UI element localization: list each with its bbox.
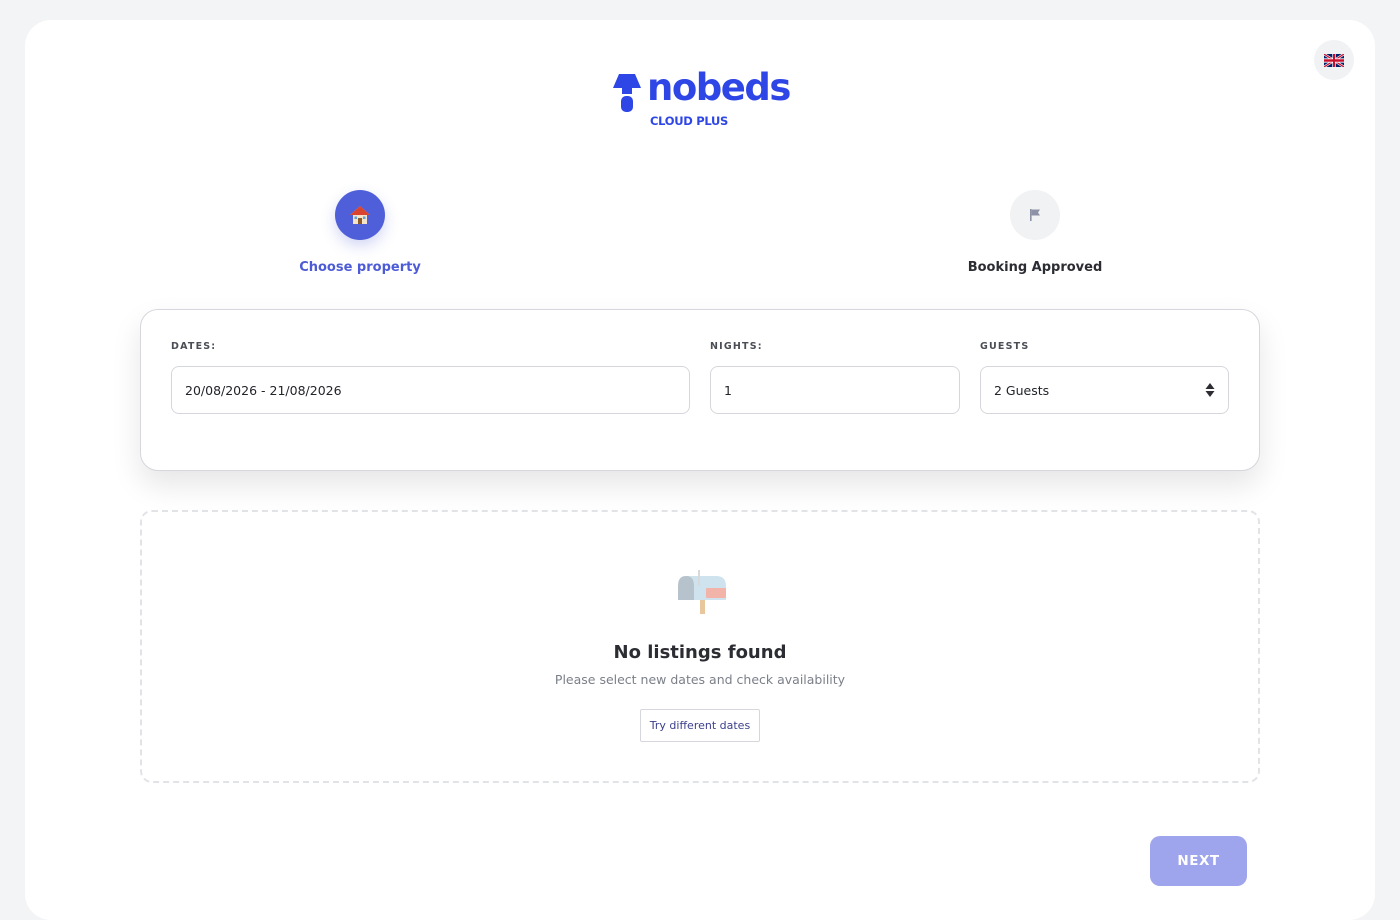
guests-value: 2 Guests: [994, 382, 1050, 398]
brand-logo: nobeds CLOUD PLUS: [613, 66, 791, 132]
step-2-circle: [1010, 190, 1060, 240]
dates-label: DATES:: [171, 341, 217, 352]
step-2-label: Booking Approved: [967, 260, 1103, 275]
empty-state: No listings found Please select new date…: [140, 510, 1260, 783]
lamp-logo-icon: [613, 74, 641, 112]
booking-card: nobeds CLOUD PLUS Choose property Bookin…: [25, 20, 1375, 920]
empty-title: No listings found: [613, 642, 787, 663]
nights-input[interactable]: 1: [710, 366, 960, 414]
guests-label: GUESTS: [980, 341, 1030, 352]
guests-field: GUESTS 2 Guests: [980, 341, 1229, 414]
step-choose-property[interactable]: Choose property: [260, 190, 460, 275]
brand-tagline: CLOUD PLUS: [650, 114, 728, 128]
try-different-dates-button[interactable]: Try different dates: [640, 709, 760, 742]
step-1-circle: [335, 190, 385, 240]
next-button[interactable]: NEXT: [1150, 836, 1247, 886]
mailbox-icon: [678, 570, 726, 614]
nights-field: NIGHTS: 1: [710, 341, 960, 414]
house-icon: [350, 206, 370, 224]
uk-flag-icon: [1324, 53, 1344, 67]
dates-input[interactable]: 20/08/2026 - 21/08/2026: [171, 366, 690, 414]
sort-arrows-icon: [1205, 383, 1215, 397]
nights-label: NIGHTS:: [710, 341, 763, 352]
dates-field: DATES: 20/08/2026 - 21/08/2026: [171, 341, 690, 414]
empty-subtitle: Please select new dates and check availa…: [554, 672, 846, 687]
guests-select[interactable]: 2 Guests: [980, 366, 1229, 414]
flag-icon: [1030, 209, 1040, 221]
step-booking-approved[interactable]: Booking Approved: [935, 190, 1135, 275]
language-button[interactable]: [1314, 40, 1354, 80]
step-1-label: Choose property: [299, 260, 421, 275]
brand-name: nobeds: [647, 66, 791, 109]
search-panel: DATES: 20/08/2026 - 21/08/2026 NIGHTS: 1…: [140, 309, 1260, 471]
